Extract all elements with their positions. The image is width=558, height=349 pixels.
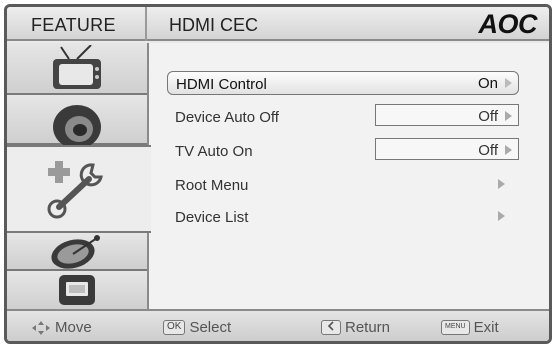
feature-label: FEATURE bbox=[31, 15, 116, 35]
menu-item-label: HDMI Control bbox=[176, 76, 267, 93]
sidebar-item-picture[interactable] bbox=[7, 43, 147, 95]
feature-sidebar bbox=[7, 43, 151, 309]
arrow-right-icon bbox=[498, 211, 505, 221]
ok-key-icon: OK bbox=[163, 320, 186, 335]
footer-select-label: Select bbox=[189, 319, 232, 336]
move-arrows-icon bbox=[32, 320, 50, 335]
speaker-icon bbox=[53, 105, 101, 145]
hdmi-cec-menu: HDMI Control On Device Auto Off Off TV A… bbox=[147, 43, 549, 309]
menu-item-tv-auto-on[interactable]: TV Auto On Off bbox=[167, 138, 519, 163]
arrow-right-icon bbox=[505, 145, 512, 155]
footer-exit-label: Exit bbox=[473, 319, 499, 336]
menu-item-label: Device List bbox=[175, 209, 249, 226]
screen-icon bbox=[59, 275, 95, 305]
brand-logo: AOC bbox=[478, 9, 538, 39]
osd-footer: Move OK Select Return MENU Exit bbox=[7, 309, 549, 341]
menu-item-value-box[interactable]: Off bbox=[375, 104, 519, 126]
menu-item-value-box[interactable]: Off bbox=[375, 138, 519, 160]
footer-return-hint: Return bbox=[321, 319, 390, 336]
sidebar-item-setup[interactable] bbox=[7, 271, 147, 309]
return-key-icon bbox=[321, 320, 341, 335]
arrow-right-icon bbox=[505, 78, 512, 88]
footer-move-hint: Move bbox=[31, 319, 92, 336]
menu-item-label: Root Menu bbox=[175, 177, 249, 194]
arrow-right-icon bbox=[498, 179, 505, 189]
footer-select-hint: OK Select bbox=[163, 319, 231, 336]
menu-item-value: Off bbox=[478, 108, 498, 125]
menu-item-value: On bbox=[477, 75, 498, 92]
header-divider bbox=[145, 7, 147, 41]
arrow-right-icon bbox=[505, 111, 512, 121]
menu-item-device-list[interactable]: Device List bbox=[167, 205, 519, 229]
footer-return-label: Return bbox=[345, 319, 391, 336]
menu-item-label: TV Auto On bbox=[175, 143, 253, 160]
footer-move-label: Move bbox=[55, 319, 92, 336]
menu-item-value-box[interactable]: On bbox=[374, 72, 518, 94]
tv-icon bbox=[53, 45, 101, 89]
page-title: HDMI CEC bbox=[169, 15, 258, 35]
menu-item-hdmi-control[interactable]: HDMI Control On bbox=[167, 71, 519, 95]
sidebar-item-channel[interactable] bbox=[7, 233, 147, 271]
menu-item-root-menu[interactable]: Root Menu bbox=[167, 173, 519, 197]
menu-key-icon: MENU bbox=[441, 320, 470, 335]
sidebar-item-feature[interactable] bbox=[7, 145, 151, 233]
footer-exit-hint: MENU Exit bbox=[441, 319, 499, 336]
osd-header: FEATURE HDMI CEC AOC bbox=[7, 7, 549, 41]
sidebar-item-sound[interactable] bbox=[7, 95, 147, 145]
menu-item-value: Off bbox=[478, 142, 498, 159]
menu-item-label: Device Auto Off bbox=[175, 109, 279, 126]
tools-icon bbox=[47, 161, 103, 219]
menu-item-device-auto-off[interactable]: Device Auto Off Off bbox=[167, 104, 519, 129]
satellite-icon bbox=[51, 235, 100, 269]
osd-window: FEATURE HDMI CEC AOC HDMI Control On Dev… bbox=[4, 4, 552, 344]
